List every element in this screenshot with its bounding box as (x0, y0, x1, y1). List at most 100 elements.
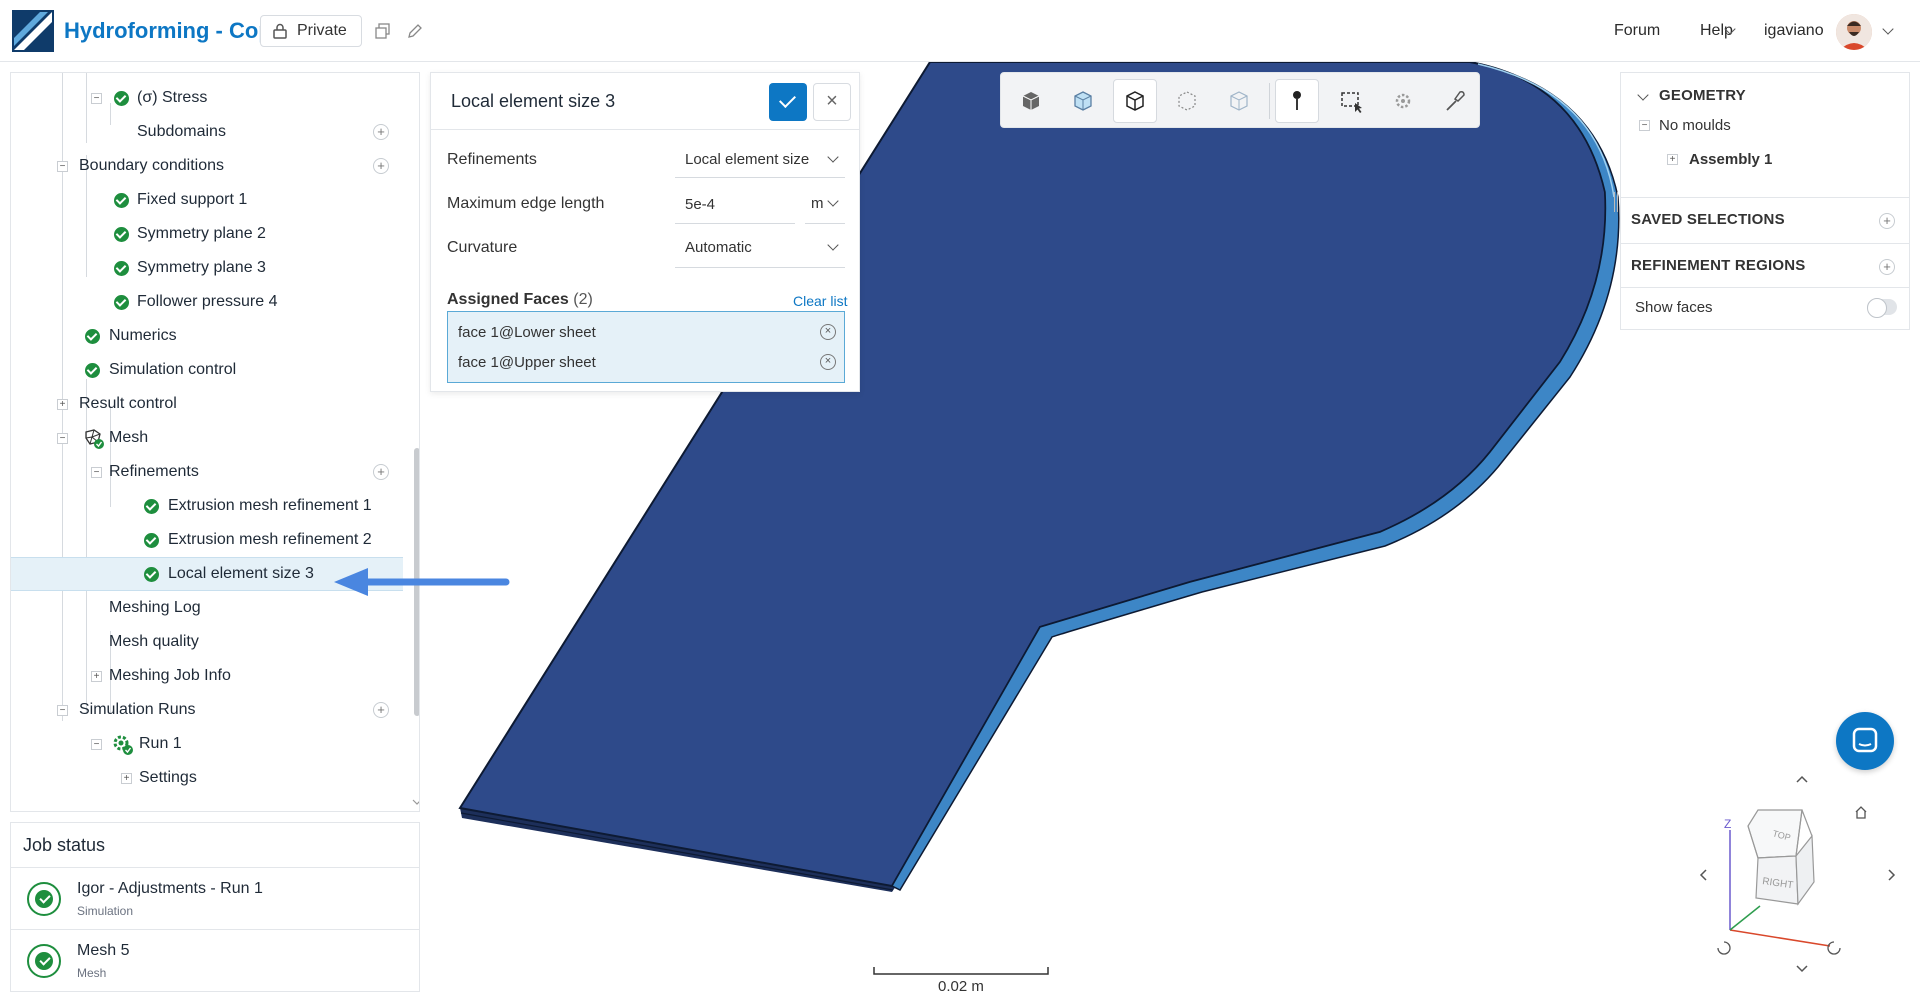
add-icon[interactable]: + (373, 702, 389, 718)
tree-item-simulation-runs[interactable]: − Simulation Runs + (11, 693, 403, 727)
tree-item-label: Subdomains (137, 123, 226, 140)
expand-toggle-icon[interactable]: + (1667, 154, 1678, 165)
mesh-icon (85, 429, 104, 449)
tree-item-run-1[interactable]: − Run 1 (11, 727, 403, 761)
username[interactable]: igaviano (1764, 22, 1824, 40)
tree-item-label: Simulation Runs (79, 701, 196, 718)
tree-item-boundary-conditions[interactable]: − Boundary conditions + (11, 149, 403, 183)
solid-view-button[interactable] (1009, 79, 1053, 123)
add-icon[interactable]: + (373, 464, 389, 480)
points-view-button[interactable] (1165, 79, 1209, 123)
job-item[interactable]: Igor - Adjustments - Run 1 Simulation (11, 867, 419, 929)
refinements-select[interactable]: Local element size (685, 151, 809, 168)
rotate-up-icon[interactable] (1796, 775, 1808, 783)
tree-item-symmetry-plane-2[interactable]: Symmetry plane 2 (11, 217, 403, 251)
collapse-toggle-icon[interactable]: − (1639, 120, 1650, 131)
close-button[interactable]: × (813, 83, 851, 121)
collapse-toggle-icon[interactable]: − (91, 92, 102, 104)
remove-face-icon[interactable]: × (820, 354, 836, 370)
rotate-cw-icon[interactable] (1827, 941, 1841, 955)
expand-toggle-icon[interactable]: + (121, 772, 132, 784)
edit-icon[interactable] (406, 22, 424, 40)
tree-item-label: Extrusion mesh refinement 1 (168, 497, 372, 514)
tree-item-label: Numerics (109, 327, 177, 344)
privacy-button[interactable]: Private (260, 15, 362, 47)
copy-icon[interactable] (374, 22, 392, 40)
collapse-toggle-icon[interactable]: − (91, 738, 102, 750)
tree-item-refinements[interactable]: − Refinements + (11, 455, 403, 489)
box-select-button[interactable] (1329, 79, 1373, 123)
unit-chevron-down-icon[interactable] (827, 195, 839, 207)
tree-item-result-control[interactable]: + Result control (11, 387, 403, 421)
add-icon[interactable]: + (373, 158, 389, 174)
assembly-item[interactable]: Assembly 1 (1689, 151, 1772, 168)
view-cube-navigator[interactable]: TOP RIGHT Z (1690, 770, 1910, 980)
curvature-select[interactable]: Automatic (685, 239, 752, 256)
solid-cube-icon (1022, 92, 1040, 110)
clear-list-link[interactable]: Clear list (793, 293, 847, 309)
tree-item-label: Result control (79, 395, 177, 412)
job-item[interactable]: Mesh 5 Mesh (11, 929, 419, 991)
tree-item-fixed-support-1[interactable]: Fixed support 1 (11, 183, 403, 217)
tree-item-extrusion-mesh-refinement-1[interactable]: Extrusion mesh refinement 1 (11, 489, 403, 523)
hidden-view-button[interactable] (1217, 79, 1261, 123)
show-faces-toggle[interactable] (1867, 298, 1897, 318)
tree-item-numerics[interactable]: Numerics (11, 319, 403, 353)
home-icon[interactable] (1855, 806, 1867, 819)
chat-button[interactable] (1836, 712, 1894, 770)
rotate-right-icon[interactable] (1888, 869, 1896, 881)
transparent-view-button[interactable] (1061, 79, 1105, 123)
tree-item-mesh-quality[interactable]: Mesh quality (11, 625, 403, 659)
simscale-logo-icon[interactable] (12, 10, 54, 52)
forum-link[interactable]: Forum (1614, 22, 1660, 40)
tree-item-simulation-control[interactable]: Simulation control (11, 353, 403, 387)
tree-item-settings[interactable]: + Settings (11, 761, 403, 795)
collapse-toggle-icon[interactable]: − (57, 704, 68, 716)
point-select-button[interactable] (1275, 79, 1319, 123)
rotate-ccw-icon[interactable] (1717, 941, 1731, 955)
curvature-chevron-down-icon[interactable] (827, 239, 839, 251)
saved-selections-title[interactable]: SAVED SELECTIONS (1631, 211, 1785, 228)
add-saved-selection-icon[interactable]: + (1879, 213, 1895, 229)
panel-resize-handle[interactable] (1614, 192, 1618, 212)
collapse-toggle-icon[interactable]: − (57, 160, 68, 172)
account-chevron-down-icon[interactable] (1882, 23, 1894, 35)
scroll-down-icon[interactable] (412, 798, 420, 806)
confirm-button[interactable] (769, 83, 807, 121)
cube-side-face[interactable] (1795, 834, 1815, 906)
measure-tool-button[interactable] (1433, 79, 1477, 123)
mesh-clip-button[interactable] (1381, 79, 1425, 123)
tree-item-subdomains[interactable]: Subdomains + (11, 115, 403, 149)
x-axis-line (1729, 929, 1831, 947)
avatar[interactable] (1836, 14, 1872, 50)
top-bar: Hydroforming - Copy Private Forum Help i… (0, 0, 1920, 62)
expand-toggle-icon[interactable]: + (57, 398, 68, 410)
geometry-panel: GEOMETRY − No moulds + Assembly 1 SAVED … (1620, 72, 1910, 330)
refinements-chevron-down-icon[interactable] (827, 151, 839, 163)
collapse-toggle-icon[interactable]: − (91, 466, 102, 478)
max-edge-length-input[interactable]: 5e-4 (685, 196, 715, 213)
project-title[interactable]: Hydroforming - Copy (64, 18, 284, 44)
tree-item-mesh[interactable]: − Mesh (11, 421, 403, 455)
tree-item-follower-pressure-4[interactable]: Follower pressure 4 (11, 285, 403, 319)
geometry-section-title[interactable]: GEOMETRY (1659, 87, 1746, 104)
wireframe-view-button[interactable] (1113, 79, 1157, 123)
collapse-toggle-icon[interactable]: − (57, 432, 68, 444)
add-refinement-region-icon[interactable]: + (1879, 259, 1895, 275)
tree-item-extrusion-mesh-refinement-2[interactable]: Extrusion mesh refinement 2 (11, 523, 403, 557)
refinement-dialog: Local element size 3 × Refinements Local… (430, 72, 860, 392)
tree-item-symmetry-plane-3[interactable]: Symmetry plane 3 (11, 251, 403, 285)
refinement-regions-title[interactable]: REFINEMENT REGIONS (1631, 257, 1805, 274)
tree-item-stress[interactable]: − (σ) Stress (11, 81, 403, 115)
wireframe-cube-icon (1126, 91, 1144, 111)
tree-item-meshing-job-info[interactable]: + Meshing Job Info (11, 659, 403, 693)
rotate-down-icon[interactable] (1796, 965, 1808, 973)
no-moulds-item[interactable]: No moulds (1659, 117, 1731, 134)
add-icon[interactable]: + (373, 124, 389, 140)
expand-toggle-icon[interactable]: + (91, 670, 102, 682)
rotate-left-icon[interactable] (1699, 869, 1707, 881)
tree-item-label: Mesh (109, 429, 149, 446)
unit-select[interactable]: m (811, 195, 824, 212)
remove-face-icon[interactable]: × (820, 324, 836, 340)
geometry-chevron-down-icon[interactable] (1637, 89, 1649, 101)
